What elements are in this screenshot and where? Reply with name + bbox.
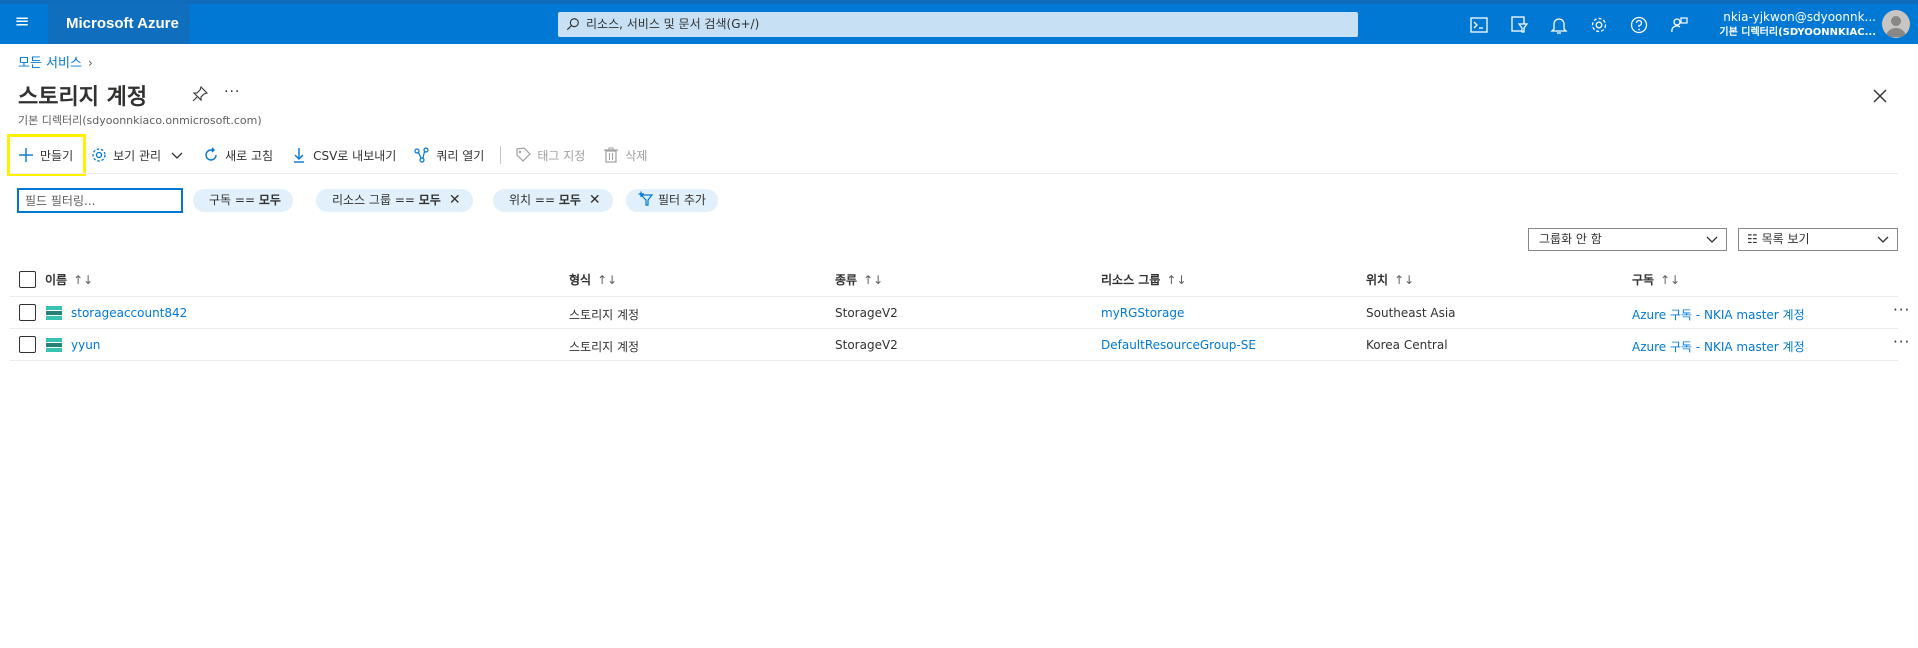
grouping-dropdown[interactable]: 그룹화 안 함: [1528, 228, 1727, 251]
table-row[interactable]: yyun 스토리지 계정 StorageV2 DefaultResourceGr…: [10, 329, 1909, 361]
avatar[interactable]: [1882, 10, 1910, 38]
sort-arrows-icon: ↑↓: [1660, 273, 1681, 287]
subscription-link[interactable]: Azure 구독 - NKIA master 계정: [1632, 306, 1805, 323]
page-title: 스토리지 계정: [18, 85, 148, 110]
row-location: Southeast Asia: [1366, 306, 1456, 320]
location-filter-pill[interactable]: 위치 == 모두 ✕: [493, 189, 613, 212]
download-icon: [294, 148, 305, 163]
view-mode-dropdown[interactable]: ☷ 목록 보기: [1738, 228, 1898, 251]
row-checkbox[interactable]: [19, 336, 36, 353]
manage-view-button[interactable]: 보기 관리: [83, 140, 195, 170]
chevron-down-icon: [1706, 236, 1718, 243]
select-all-checkbox[interactable]: [19, 271, 36, 288]
row-checkbox[interactable]: [19, 304, 36, 321]
refresh-button[interactable]: 새로 고침: [195, 140, 283, 170]
chevron-right-icon: ›: [87, 56, 93, 70]
row-more-icon[interactable]: ···: [1893, 301, 1910, 319]
row-location: Korea Central: [1366, 338, 1448, 352]
global-search-input[interactable]: [586, 17, 1346, 31]
toolbar-divider: [500, 146, 502, 164]
column-header-location[interactable]: 위치 ↑↓: [1366, 271, 1414, 288]
user-avatar-icon: [1886, 16, 1906, 37]
chevron-down-icon: [1877, 236, 1889, 243]
subscription-link[interactable]: Azure 구독 - NKIA master 계정: [1632, 338, 1805, 355]
hamburger-menu-icon[interactable]: ≡: [12, 12, 32, 32]
sort-arrows-icon: ↑↓: [863, 273, 884, 287]
add-filter-icon: [638, 191, 654, 206]
top-bar: ≡ Microsoft Azure nkia-yjkwon@sdyoonnk..…: [0, 0, 1918, 44]
open-query-button[interactable]: 쿼리 열기: [406, 140, 494, 170]
query-graph-icon: [414, 147, 429, 163]
global-search[interactable]: [558, 12, 1358, 37]
settings-icon[interactable]: [1590, 16, 1610, 36]
toolbar-separator: [10, 173, 1898, 174]
help-icon[interactable]: [1630, 16, 1650, 36]
tag-icon: [516, 147, 532, 162]
column-header-kind[interactable]: 종류 ↑↓: [835, 271, 883, 288]
command-bar: 만들기 보기 관리 새로 고침 CSV로 내보내기 쿼리 열기 태그 지정 삭제: [6, 134, 657, 176]
user-directory: 기본 디렉터리(SDYOONNKIAC...: [1719, 27, 1876, 38]
field-filter-input[interactable]: [17, 188, 183, 213]
chevron-down-icon: [171, 152, 183, 159]
export-csv-button[interactable]: CSV로 내보내기: [283, 140, 406, 170]
create-button[interactable]: 만들기: [6, 134, 87, 176]
table-header: 이름 ↑↓ 형식 ↑↓ 종류 ↑↓ 리소스 그룹 ↑↓ 위치 ↑↓ 구독 ↑↓: [10, 265, 1898, 297]
column-header-subscription[interactable]: 구독 ↑↓: [1632, 271, 1680, 288]
row-more-icon[interactable]: ···: [1893, 333, 1910, 351]
resource-group-filter-pill[interactable]: 리소스 그룹 == 모두 ✕: [316, 189, 473, 212]
refresh-icon: [205, 147, 217, 161]
row-kind: StorageV2: [835, 306, 898, 320]
add-filter-button[interactable]: 필터 추가: [626, 189, 718, 212]
storage-account-name-link[interactable]: yyun: [71, 338, 100, 352]
sort-arrows-icon: ↑↓: [73, 273, 94, 287]
directory-subtitle: 기본 디렉터리(sdyoonnkiaco.onmicrosoft.com): [18, 114, 262, 127]
brand-home-link[interactable]: Microsoft Azure: [48, 4, 190, 44]
table-row[interactable]: storageaccount842 스토리지 계정 StorageV2 myRG…: [10, 297, 1909, 329]
row-type: 스토리지 계정: [569, 308, 640, 322]
close-icon[interactable]: [1872, 88, 1888, 104]
plus-icon: [19, 148, 33, 162]
gear-icon: [92, 148, 106, 162]
resource-group-link[interactable]: myRGStorage: [1101, 306, 1184, 320]
close-icon[interactable]: ✕: [589, 189, 601, 212]
storage-account-icon: [46, 338, 62, 352]
trash-icon: [604, 147, 619, 163]
sort-arrows-icon: ↑↓: [1166, 273, 1187, 287]
pin-icon[interactable]: [192, 86, 208, 102]
column-header-type[interactable]: 형식 ↑↓: [569, 271, 617, 288]
cloud-shell-icon[interactable]: [1470, 16, 1490, 36]
user-email: nkia-yjkwon@sdyoonnk...: [1723, 10, 1876, 24]
sort-arrows-icon: ↑↓: [597, 273, 618, 287]
row-kind: StorageV2: [835, 338, 898, 352]
search-icon: [566, 18, 579, 31]
sort-arrows-icon: ↑↓: [1394, 273, 1415, 287]
delete-button[interactable]: 삭제: [595, 140, 657, 170]
more-options-icon[interactable]: ···: [224, 84, 240, 100]
breadcrumb-all-services[interactable]: 모든 서비스: [18, 56, 82, 71]
feedback-icon[interactable]: [1670, 16, 1690, 36]
directory-filter-icon[interactable]: [1510, 16, 1530, 36]
assign-tags-button[interactable]: 태그 지정: [507, 140, 595, 170]
storage-account-icon: [46, 306, 62, 320]
storage-account-name-link[interactable]: storageaccount842: [71, 306, 187, 320]
column-header-resource-group[interactable]: 리소스 그룹 ↑↓: [1101, 271, 1187, 288]
account-menu[interactable]: nkia-yjkwon@sdyoonnk... 기본 디렉터리(SDYOONNK…: [1716, 10, 1876, 40]
notifications-icon[interactable]: [1550, 16, 1570, 36]
breadcrumb: 모든 서비스 ›: [18, 52, 93, 71]
resource-group-link[interactable]: DefaultResourceGroup-SE: [1101, 338, 1256, 352]
column-header-name[interactable]: 이름 ↑↓: [45, 271, 93, 288]
close-icon[interactable]: ✕: [449, 189, 461, 212]
row-type: 스토리지 계정: [569, 340, 640, 354]
subscription-filter-pill[interactable]: 구독 == 모두: [193, 189, 293, 212]
